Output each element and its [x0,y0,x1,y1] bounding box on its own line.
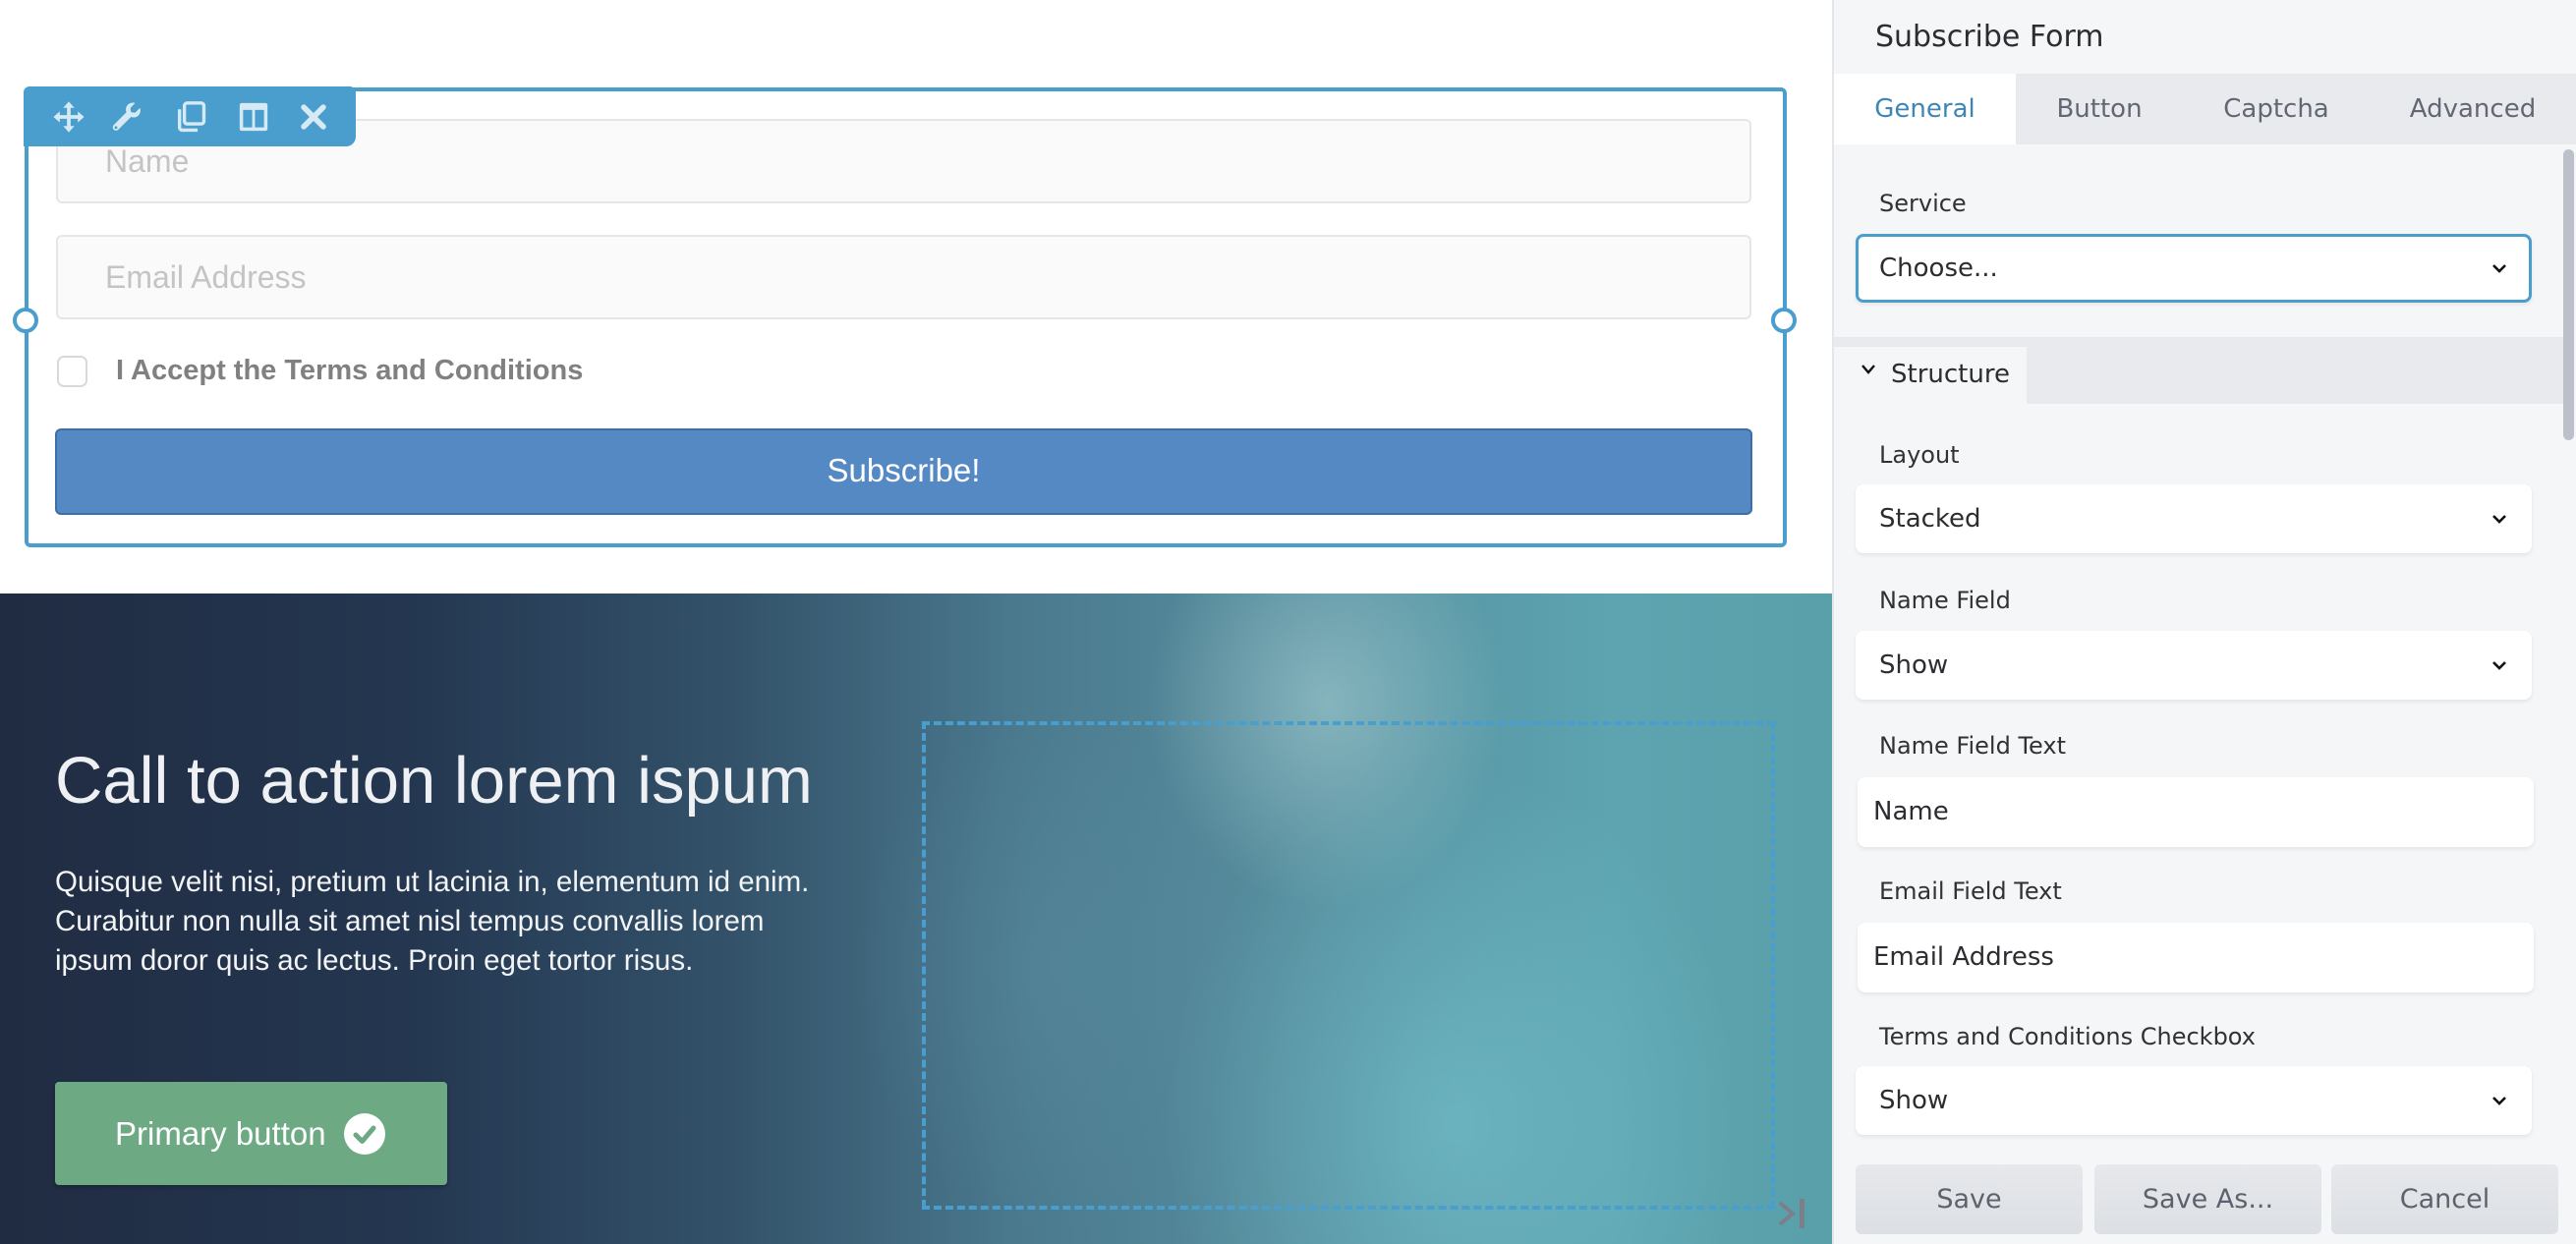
cta-body-text: Quisque velit nisi, pretium ut lacinia i… [55,866,810,977]
drop-zone-outline-right [1771,721,1779,1208]
drop-zone-outline-bottom [922,1206,1775,1214]
email-field-text-input[interactable]: Email Address [1858,923,2534,992]
chevron-down-icon[interactable] [1860,361,1877,378]
tab-captcha[interactable]: Captcha [2183,74,2370,144]
layout-label: Layout [1879,441,1960,469]
move-icon[interactable] [51,99,86,135]
name-field-label: Name Field [1879,587,2011,614]
primary-button[interactable]: Primary button [55,1082,447,1185]
structure-section-title[interactable]: Structure [1891,351,2010,398]
panel-tabs: General Button Captcha Advanced [1834,74,2576,144]
cta-heading: Call to action lorem ispum [55,744,813,818]
terms-checkbox-setting-label: Terms and Conditions Checkbox [1879,1023,2256,1050]
drop-zone-outline [922,721,1775,1208]
service-select-value: Choose... [1879,254,1998,283]
cancel-button[interactable]: Cancel [2331,1164,2558,1234]
email-input[interactable]: Email Address [56,235,1751,319]
terms-checkbox-select-value: Show [1879,1086,1949,1115]
panel-title: Subscribe Form [1875,20,2104,54]
tab-general[interactable]: General [1834,74,2016,144]
tab-button[interactable]: Button [2016,74,2183,144]
settings-panel: Subscribe Form General Button Captcha Ad… [1832,0,2576,1244]
tab-advanced[interactable]: Advanced [2370,74,2576,144]
name-field-text-label: Name Field Text [1879,732,2066,760]
layout-select-value: Stacked [1879,504,1981,534]
resize-handle-right[interactable] [1771,308,1797,333]
layout-select[interactable]: Stacked [1856,484,2532,553]
close-icon[interactable] [296,99,331,135]
chevron-down-icon [2492,661,2506,670]
terms-checkbox-select[interactable]: Show [1856,1066,2532,1135]
primary-button-label: Primary button [115,1115,326,1152]
chevron-down-icon [2492,1097,2506,1105]
chevron-down-icon [2492,515,2506,524]
terms-label[interactable]: I Accept the Terms and Conditions [116,353,583,388]
save-button[interactable]: Save [1856,1164,2083,1234]
duplicate-icon[interactable] [173,99,208,135]
subscribe-button[interactable]: Subscribe! [55,428,1752,515]
name-field-select[interactable]: Show [1856,631,2532,700]
panel-scrollbar[interactable] [2563,149,2574,440]
page-canvas: Name Email Address I Accept the Terms an… [0,0,1832,1244]
terms-checkbox[interactable] [57,356,87,387]
save-as-button[interactable]: Save As... [2094,1164,2321,1234]
chevron-down-icon [2492,264,2506,273]
email-field-text-label: Email Field Text [1879,877,2062,905]
resize-handle-left[interactable] [13,308,38,333]
wrench-icon[interactable] [109,99,144,135]
check-circle-icon [344,1113,385,1155]
columns-icon[interactable] [236,99,271,135]
service-label: Service [1879,190,1967,217]
name-field-select-value: Show [1879,650,1949,680]
collapse-right-icon[interactable] [1777,1197,1808,1230]
service-select[interactable]: Choose... [1856,234,2532,303]
module-toolbar [24,86,356,146]
name-field-text-input[interactable]: Name [1858,777,2534,847]
